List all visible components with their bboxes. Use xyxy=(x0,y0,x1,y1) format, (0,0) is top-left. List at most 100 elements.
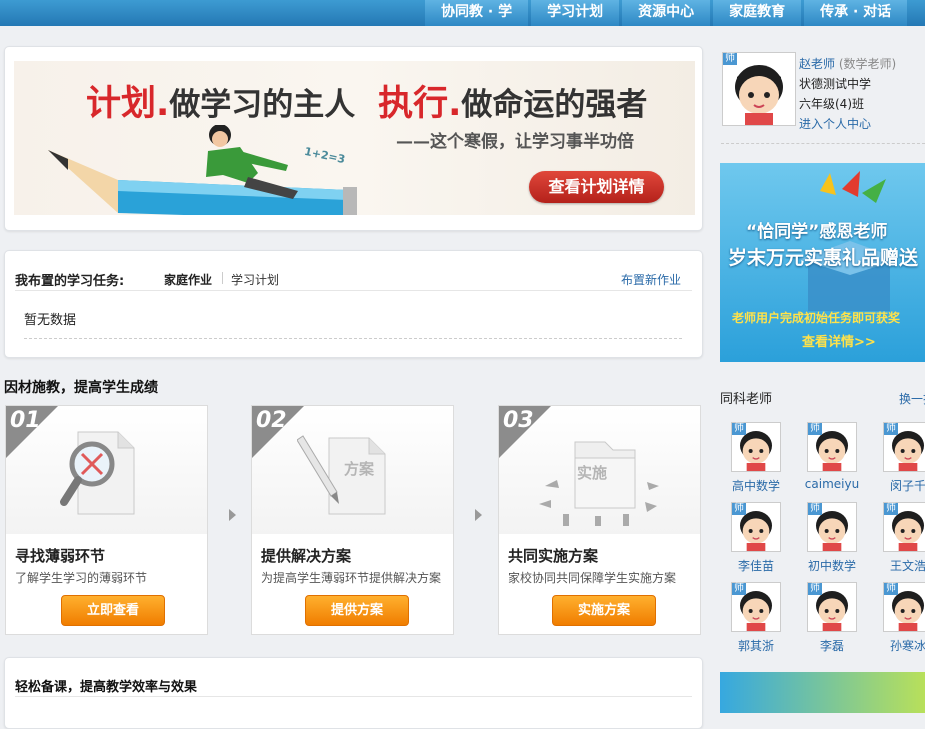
teacher-badge: 师 xyxy=(732,583,746,595)
chevron-right-icon xyxy=(229,509,236,521)
step-number: 01 xyxy=(10,408,41,433)
peer-name[interactable]: 孙寒冰 xyxy=(878,637,925,654)
teacher-badge: 师 xyxy=(808,503,822,515)
nav-tab-cooperative[interactable]: 协同教 · 学 xyxy=(425,0,529,26)
teacher-badge: 师 xyxy=(884,583,898,595)
step-description: 为提高学生薄弱环节提供解决方案 xyxy=(261,571,442,585)
peer-teacher-card[interactable]: 师王文浩 xyxy=(878,502,925,574)
promo-line-3: 老师用户完成初始任务即可获奖 xyxy=(732,311,901,325)
pencil-illustration xyxy=(48,125,357,215)
step-card-3: 实施 03 共同实施方案 家校协同共同保障学生实施方案 实施方案 xyxy=(498,405,701,635)
step-icon-text: 实施 xyxy=(577,464,608,482)
step-description: 家校协同共同保障学生实施方案 xyxy=(508,571,677,585)
top-nav: 协同教 · 学 学习计划 资源中心 家庭教育 传承 · 对话 xyxy=(425,0,910,26)
step-number: 02 xyxy=(256,408,287,433)
teacher-role: (数学老师) xyxy=(838,57,897,71)
nav-tab-resources[interactable]: 资源中心 xyxy=(622,0,711,26)
step-card-2: 方案 02 提供解决方案 为提高学生薄弱环节提供解决方案 提供方案 xyxy=(251,405,454,635)
peer-teacher-card[interactable]: 师高中数学 xyxy=(726,422,786,494)
teacher-badge: 师 xyxy=(732,503,746,515)
avatar: 师 xyxy=(731,502,781,552)
peer-name[interactable]: 闵子千 xyxy=(878,477,925,494)
teacher-badge: 师 xyxy=(723,53,737,65)
bottom-promo-image[interactable] xyxy=(720,672,925,713)
step-icon-text: 方案 xyxy=(344,460,375,478)
teacher-badge: 师 xyxy=(884,423,898,435)
chevron-right-icon xyxy=(475,509,482,521)
banner-subtitle: ——这个寒假，让学习事半功倍 xyxy=(396,132,634,152)
step-title: 寻找薄弱环节 xyxy=(15,547,106,565)
teacher-school: 状德测试中学 xyxy=(799,77,872,91)
peer-name[interactable]: 王文浩 xyxy=(878,557,925,574)
teacher-name-line: 赵老师 (数学老师) xyxy=(799,55,896,72)
step-number: 03 xyxy=(503,408,534,433)
assign-new-homework-link[interactable]: 布置新作业 xyxy=(621,271,681,288)
step-card-1: 01 寻找薄弱环节 了解学生学习的薄弱环节 立即查看 xyxy=(5,405,208,635)
banner-phrase-2: 做命运的强者 xyxy=(461,87,648,123)
avatar: 师 xyxy=(807,582,857,632)
step-title: 提供解决方案 xyxy=(261,547,352,565)
section-title-lesson-prep: 轻松备课，提高教学效率与效果 xyxy=(15,680,198,695)
nav-tab-family-education[interactable]: 家庭教育 xyxy=(713,0,802,26)
promo-line-1: “恰同学”感恩老师 xyxy=(746,222,888,242)
step-title: 共同实施方案 xyxy=(508,547,599,565)
peer-name[interactable]: 初中数学 xyxy=(802,557,862,574)
implement-plan-button[interactable]: 实施方案 xyxy=(552,595,656,626)
peer-teacher-card[interactable]: 师郭其浙 xyxy=(726,582,786,654)
peer-teacher-card[interactable]: 师 caimeiyu xyxy=(802,422,862,491)
peer-name[interactable]: 高中数学 xyxy=(726,477,786,494)
plan-banner[interactable]: 计划.做学习的主人 执行.做命运的强者 ——这个寒假，让学习事半功倍 1+2=3… xyxy=(14,61,695,215)
peer-name[interactable]: caimeiyu xyxy=(802,477,862,491)
banner-phrase-1: 做学习的主人 xyxy=(169,87,356,123)
banner-word-plan: 计划 xyxy=(86,84,157,124)
avatar[interactable]: 师 xyxy=(722,52,796,126)
avatar: 师 xyxy=(731,582,781,632)
teacher-badge: 师 xyxy=(732,423,746,435)
prep-divider xyxy=(15,696,692,697)
personal-center-link[interactable]: 进入个人中心 xyxy=(799,115,871,132)
peer-teacher-card[interactable]: 师李佳苗 xyxy=(726,502,786,574)
peer-teacher-card[interactable]: 师李磊 xyxy=(802,582,862,654)
banner-word-execute: 执行 xyxy=(378,84,449,124)
peer-teachers-title: 同科老师 xyxy=(720,392,773,407)
peer-name[interactable]: 李磊 xyxy=(802,637,862,654)
nav-tab-dialogue[interactable]: 传承 · 对话 xyxy=(804,0,908,26)
promo-line-2: 岁末万元实惠礼品赠送 xyxy=(728,247,919,269)
peer-teacher-card[interactable]: 师孙寒冰 xyxy=(878,582,925,654)
avatar: 师 xyxy=(731,422,781,472)
section-title-teaching: 因材施教，提高学生成绩 xyxy=(4,380,158,396)
teacher-class: 六年级(4)班 xyxy=(799,97,864,111)
avatar: 师 xyxy=(807,422,857,472)
avatar: 师 xyxy=(883,582,925,632)
banner-headline: 计划.做学习的主人 执行.做命运的强者 xyxy=(86,84,648,124)
refresh-peers-link[interactable]: 换一换 xyxy=(899,390,925,407)
right-dashed-divider xyxy=(721,143,925,144)
teacher-name[interactable]: 赵老师 xyxy=(799,57,835,71)
nav-tab-study-plan[interactable]: 学习计划 xyxy=(531,0,620,26)
tab-study-plan[interactable]: 学习计划 xyxy=(231,271,279,288)
avatar: 师 xyxy=(883,502,925,552)
promo-details-link[interactable]: 查看详情>> xyxy=(802,331,876,350)
view-now-button[interactable]: 立即查看 xyxy=(61,595,165,626)
view-plan-details-button[interactable]: 查看计划详情 xyxy=(529,171,664,203)
avatar: 师 xyxy=(883,422,925,472)
tab-divider xyxy=(222,272,223,284)
task-divider xyxy=(15,290,692,291)
task-dashed-divider xyxy=(24,338,682,339)
tab-homework[interactable]: 家庭作业 xyxy=(164,271,212,288)
teacher-badge: 师 xyxy=(808,583,822,595)
peer-name[interactable]: 李佳苗 xyxy=(726,557,786,574)
peer-teacher-card[interactable]: 师初中数学 xyxy=(802,502,862,574)
magnifier-document-icon xyxy=(60,431,135,515)
task-card xyxy=(4,250,703,358)
teacher-badge: 师 xyxy=(884,503,898,515)
task-empty-message: 暂无数据 xyxy=(24,313,77,328)
avatar: 师 xyxy=(807,502,857,552)
teacher-badge: 师 xyxy=(808,423,822,435)
task-section-label: 我布置的学习任务: xyxy=(15,274,125,289)
peer-name[interactable]: 郭其浙 xyxy=(726,637,786,654)
peer-teacher-card[interactable]: 师闵子千 xyxy=(878,422,925,494)
step-description: 了解学生学习的薄弱环节 xyxy=(15,571,148,585)
provide-plan-button[interactable]: 提供方案 xyxy=(305,595,409,626)
promo-banner[interactable]: “恰同学”感恩老师 岁末万元实惠礼品赠送 老师用户完成初始任务即可获奖 查看详情… xyxy=(720,163,925,362)
